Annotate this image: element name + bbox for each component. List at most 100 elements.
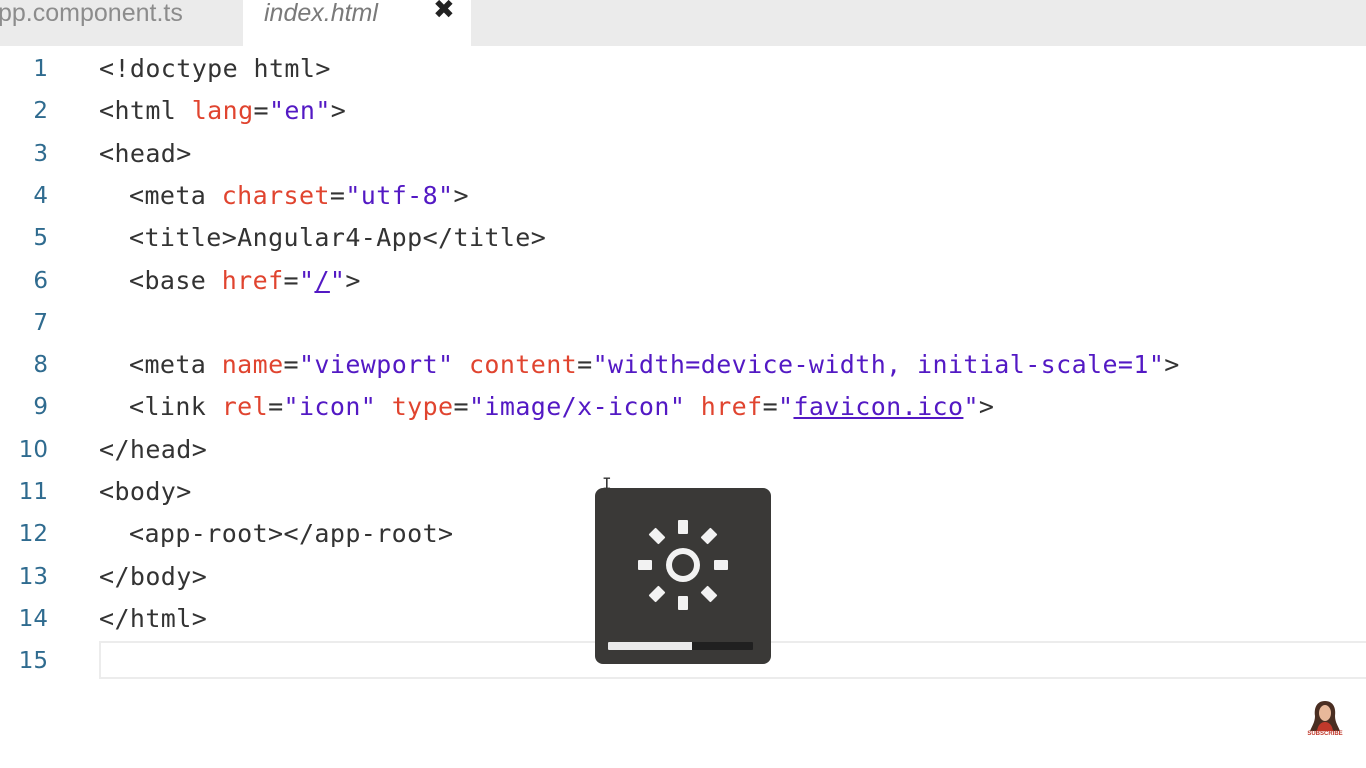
code-text: </body>: [99, 556, 207, 598]
code-token: ": [329, 265, 346, 295]
line-number: 11: [18, 479, 48, 505]
code-token: >: [1164, 350, 1180, 380]
line-number: 12: [18, 521, 48, 548]
line-number: 15: [18, 648, 48, 675]
code-token: <body>: [99, 477, 192, 506]
line-number: 6: [33, 267, 48, 294]
line-number: 10: [18, 436, 48, 463]
code-token: ": [963, 392, 979, 422]
line-number: 5: [33, 225, 48, 252]
code-token: =: [268, 392, 284, 422]
code-token: content: [468, 350, 578, 380]
code-token: href: [221, 265, 284, 295]
code-text: </head>: [99, 429, 207, 471]
code-token: name: [221, 350, 284, 380]
code-text: <!doctype html>: [99, 48, 331, 90]
code-token: =: [577, 350, 593, 380]
code-token: "icon": [283, 392, 377, 422]
avatar-icon: [1310, 701, 1340, 731]
code-token: <base: [129, 265, 222, 295]
code-token: >: [453, 180, 469, 210]
code-token: =: [762, 392, 779, 422]
code-token: "utf-8": [345, 180, 454, 210]
code-token: <meta: [129, 350, 222, 380]
code-token[interactable]: favicon.ico: [793, 392, 963, 421]
sun-icon: [638, 520, 728, 610]
subscribe-label: SUBSCRIBE: [1307, 731, 1343, 737]
code-token: type: [391, 392, 454, 422]
code-line[interactable]: 6 <base href="/">: [0, 260, 1366, 302]
tab-label: index.html: [264, 0, 378, 27]
line-number: 8: [33, 352, 48, 379]
code-line[interactable]: 8 <meta name="viewport" content="width=de…: [0, 344, 1366, 386]
line-number: 9: [33, 394, 48, 421]
code-token: "image/x-icon": [468, 392, 686, 422]
code-text: <link rel="icon" type="image/x-icon" hre…: [129, 386, 994, 428]
tab-label: pp.component.ts: [0, 0, 183, 27]
tab-index-html[interactable]: index.html ✖: [243, 0, 471, 46]
code-token: Angular4-App: [237, 223, 423, 253]
line-number: 1: [33, 56, 48, 82]
tab-app-component[interactable]: pp.component.ts: [0, 0, 243, 46]
line-number: 7: [33, 309, 48, 336]
code-line[interactable]: 2 <html lang="en">: [0, 90, 1366, 132]
brightness-osd: [595, 488, 771, 664]
line-number: 14: [18, 605, 48, 632]
code-token: "width=device-width, initial-scale=1": [592, 350, 1165, 380]
code-text: <meta name="viewport" content="width=dev…: [129, 344, 1180, 386]
code-line[interactable]: 1 <!doctype html>: [0, 48, 1366, 90]
code-text: <base href="/">: [129, 260, 361, 302]
code-text: <title>Angular4-App</title>: [129, 217, 546, 259]
code-token: href: [700, 392, 763, 422]
code-token: =: [283, 350, 299, 380]
code-text: <head>: [99, 133, 192, 175]
code-line[interactable]: 5 <title>Angular4-App</title>: [0, 217, 1366, 259]
channel-avatar-badge[interactable]: SUBSCRIBE: [1305, 698, 1345, 742]
code-token: <!doctype html>: [99, 54, 331, 83]
code-text: <app-root></app-root>: [129, 513, 453, 555]
code-token: =: [283, 265, 299, 295]
code-token: </head>: [99, 434, 208, 464]
line-number: 3: [33, 140, 48, 167]
code-token: <link: [129, 392, 222, 422]
brightness-level-fill: [608, 642, 693, 650]
code-token: lang: [191, 96, 254, 126]
code-line[interactable]: 7: [0, 302, 1366, 344]
code-token: charset: [221, 180, 330, 210]
code-token: =: [253, 96, 269, 126]
code-token: =: [329, 180, 346, 210]
code-token: <title>: [129, 223, 238, 253]
code-token: =: [453, 392, 469, 422]
line-number: 4: [33, 182, 48, 209]
code-line[interactable]: 4 <meta charset="utf-8">: [0, 175, 1366, 217]
code-line[interactable]: 3 <head>: [0, 133, 1366, 175]
code-token: <meta: [129, 180, 222, 210]
code-line[interactable]: 9 <link rel="icon" type="image/x-icon" hr…: [0, 386, 1366, 428]
code-token: <html: [99, 96, 192, 126]
code-line[interactable]: 10 </head>: [0, 429, 1366, 471]
code-token: "viewport": [298, 350, 454, 380]
code-token: >: [330, 96, 347, 126]
code-token: "en": [268, 96, 331, 126]
code-token: >: [978, 392, 995, 422]
line-number: 2: [33, 98, 48, 125]
close-icon[interactable]: ✖: [433, 0, 455, 23]
code-text: <html lang="en">: [99, 90, 346, 132]
brightness-level-bar: [608, 642, 753, 650]
line-number: 13: [18, 563, 48, 590]
code-token: ": [298, 265, 315, 295]
code-text: <meta charset="utf-8">: [129, 175, 469, 217]
code-text: </html>: [99, 598, 207, 640]
code-token: <head>: [99, 138, 192, 168]
code-token: <app-root></app-root>: [129, 519, 454, 549]
code-token: </html>: [99, 603, 208, 633]
code-text: <body>: [99, 471, 192, 513]
code-token[interactable]: /: [314, 266, 329, 295]
code-token: ": [778, 392, 794, 422]
code-token: </body>: [99, 561, 208, 591]
code-token: rel: [221, 392, 269, 422]
tab-bar: pp.component.ts index.html ✖: [0, 0, 1366, 46]
